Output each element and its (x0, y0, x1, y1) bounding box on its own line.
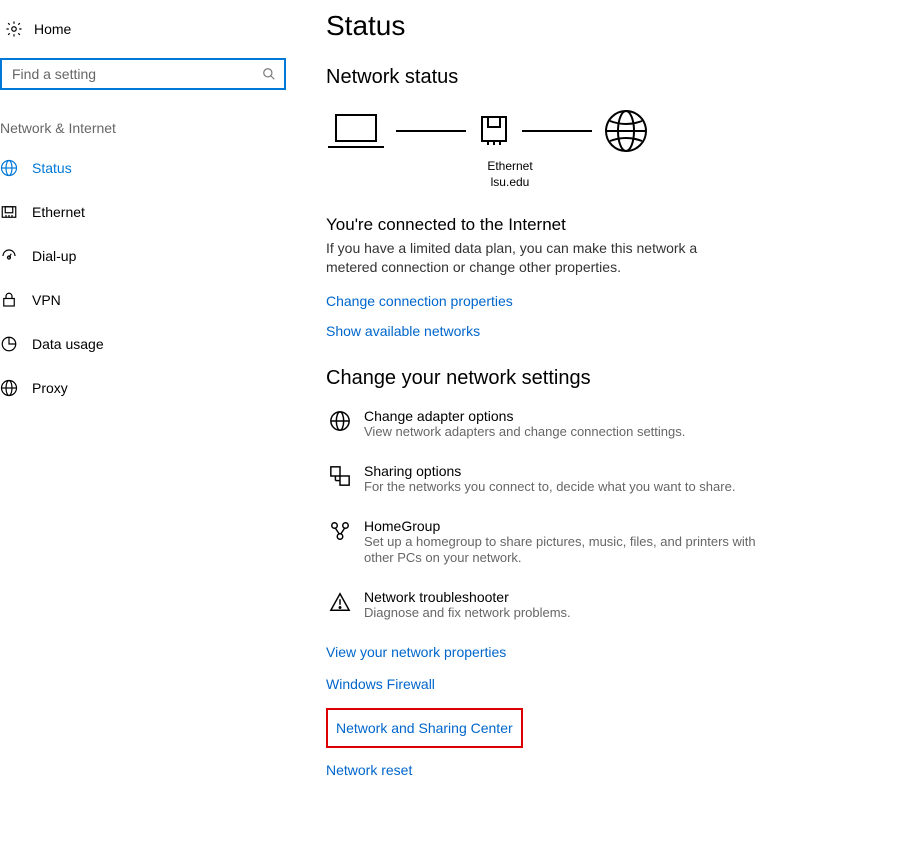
sidebar-item-label: Data usage (32, 336, 104, 352)
sidebar-item-label: Proxy (32, 380, 68, 396)
vpn-icon (0, 291, 28, 309)
option-desc: Set up a homegroup to share pictures, mu… (364, 534, 784, 568)
ethernet-adapter-icon (476, 109, 512, 153)
status-icon (0, 159, 28, 177)
option-title: Sharing options (364, 463, 735, 479)
option-title: Network troubleshooter (364, 589, 571, 605)
dialup-icon (0, 247, 28, 265)
option-sharing[interactable]: Sharing options For the networks you con… (326, 463, 879, 496)
sidebar-item-vpn[interactable]: VPN (0, 278, 290, 322)
sharing-icon (326, 463, 354, 487)
troubleshooter-icon (326, 589, 354, 613)
sidebar-item-label: Ethernet (32, 204, 85, 220)
network-reset-link[interactable]: Network reset (326, 762, 879, 778)
change-settings-header: Change your network settings (326, 367, 879, 390)
show-available-networks-link[interactable]: Show available networks (326, 323, 879, 339)
sidebar-item-label: VPN (32, 292, 61, 308)
sidebar-item-label: Dial-up (32, 248, 76, 264)
option-change-adapter[interactable]: Change adapter options View network adap… (326, 408, 879, 441)
sidebar-item-proxy[interactable]: Proxy (0, 366, 290, 410)
data-usage-icon (0, 335, 28, 353)
search-input-container[interactable] (0, 58, 286, 90)
option-title: HomeGroup (364, 518, 784, 534)
option-desc: For the networks you connect to, decide … (364, 479, 735, 496)
option-title: Change adapter options (364, 408, 685, 424)
sidebar-item-label: Status (32, 160, 72, 176)
homegroup-icon (326, 518, 354, 542)
adapter-icon (326, 408, 354, 432)
sidebar-item-dialup[interactable]: Dial-up (0, 234, 290, 278)
highlighted-link-box: Network and Sharing Center (326, 708, 523, 748)
option-homegroup[interactable]: HomeGroup Set up a homegroup to share pi… (326, 518, 879, 568)
ethernet-caption-line2: lsu.edu (470, 175, 550, 191)
search-icon (262, 67, 276, 81)
ethernet-caption-line1: Ethernet (470, 159, 550, 175)
main-content: Status Network status (290, 0, 899, 846)
sidebar-item-datausage[interactable]: Data usage (0, 322, 290, 366)
connection-line (522, 130, 592, 132)
option-desc: View network adapters and change connect… (364, 424, 685, 441)
network-status-header: Network status (326, 66, 879, 89)
sidebar: Home Network & Internet Status Ethernet (0, 0, 290, 846)
globe-icon (602, 107, 650, 155)
option-desc: Diagnose and fix network problems. (364, 605, 571, 622)
view-network-properties-link[interactable]: View your network properties (326, 644, 879, 660)
proxy-icon (0, 379, 28, 397)
gear-icon (0, 20, 28, 38)
sidebar-item-status[interactable]: Status (0, 146, 290, 190)
change-connection-properties-link[interactable]: Change connection properties (326, 293, 879, 309)
ethernet-icon (0, 203, 28, 221)
connected-title: You're connected to the Internet (326, 215, 879, 235)
laptop-icon (326, 109, 386, 153)
connection-line (396, 130, 466, 132)
bottom-links: View your network properties Windows Fir… (326, 644, 879, 778)
option-troubleshooter[interactable]: Network troubleshooter Diagnose and fix … (326, 589, 879, 622)
ethernet-caption: Ethernet lsu.edu (470, 159, 550, 190)
network-diagram: Ethernet lsu.edu (326, 107, 879, 155)
search-input[interactable] (10, 65, 262, 83)
connected-body: If you have a limited data plan, you can… (326, 239, 726, 277)
network-sharing-center-link[interactable]: Network and Sharing Center (336, 720, 513, 736)
home-nav[interactable]: Home (0, 14, 290, 44)
sidebar-item-ethernet[interactable]: Ethernet (0, 190, 290, 234)
page-title: Status (326, 10, 879, 42)
sidebar-group-header: Network & Internet (0, 114, 290, 146)
home-label: Home (34, 21, 71, 37)
windows-firewall-link[interactable]: Windows Firewall (326, 676, 879, 692)
